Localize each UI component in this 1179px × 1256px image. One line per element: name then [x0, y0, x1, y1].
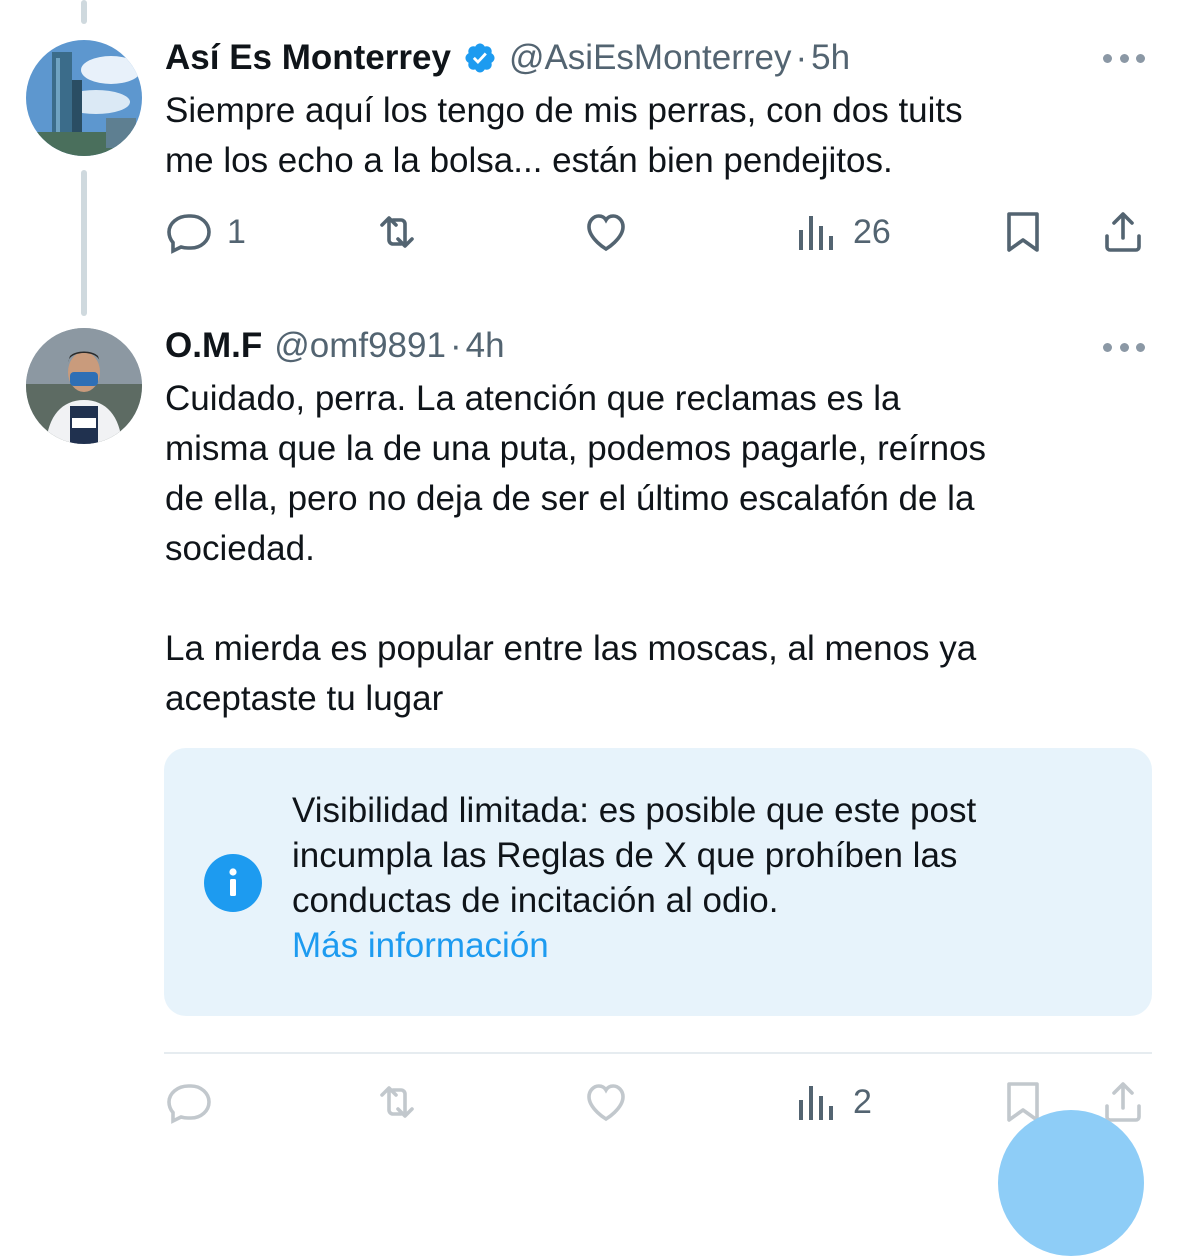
notice-message: Visibilidad limitada: es posible que est…: [292, 791, 977, 920]
reply-button[interactable]: [165, 1078, 213, 1126]
tweet-2-actions: 2: [165, 1078, 1145, 1128]
tweet-2-header: O.M.F @omf9891 · 4h: [165, 324, 505, 368]
like-icon: [587, 214, 625, 252]
separator-dot: ·: [795, 38, 808, 77]
views-button[interactable]: 26: [791, 208, 891, 256]
bookmark-button[interactable]: [999, 208, 1047, 256]
tweet-1-text: Siempre aquí los tengo de mis perras, co…: [165, 91, 963, 180]
bookmark-icon: [1007, 212, 1039, 252]
limited-visibility-notice: Visibilidad limitada: es posible que est…: [164, 748, 1152, 1016]
thread-line-top: [81, 0, 87, 24]
views-count: 26: [853, 212, 891, 251]
views-button[interactable]: 2: [791, 1078, 872, 1126]
more-icon[interactable]: [1103, 51, 1145, 65]
compose-fab-button[interactable]: [998, 1110, 1144, 1256]
repost-button[interactable]: [373, 1078, 421, 1126]
like-icon: [587, 1084, 625, 1122]
views-icon: [799, 1086, 833, 1120]
divider: [164, 1052, 1152, 1054]
more-info-link[interactable]: Más información: [292, 923, 1122, 968]
share-button[interactable]: [1099, 208, 1147, 256]
repost-button[interactable]: [373, 208, 421, 256]
tweet-1-actions: 1 26: [165, 208, 1145, 258]
share-icon: [1105, 212, 1141, 252]
verified-badge-icon: [463, 41, 497, 75]
repost-icon: [380, 1086, 414, 1118]
handle[interactable]: @AsiEsMonterrey: [509, 36, 792, 80]
tweet-1-header: Así Es Monterrey @AsiEsMonterrey · 5h: [165, 36, 850, 80]
more-icon[interactable]: [1103, 340, 1145, 354]
reply-button[interactable]: 1: [165, 208, 246, 256]
like-button[interactable]: [582, 1078, 630, 1126]
reply-count: 1: [227, 212, 246, 251]
reply-icon: [167, 214, 211, 254]
avatar-asiesmonterrey[interactable]: [26, 40, 142, 156]
views-count: 2: [853, 1082, 872, 1121]
views-icon: [799, 216, 833, 250]
repost-icon: [380, 216, 414, 248]
handle[interactable]: @omf9891: [274, 324, 446, 368]
timestamp[interactable]: 4h: [466, 324, 505, 368]
thread-line-connector: [81, 170, 87, 316]
reply-icon: [167, 1084, 211, 1124]
like-button[interactable]: [582, 208, 630, 256]
display-name[interactable]: Así Es Monterrey: [165, 36, 451, 80]
separator-dot: ·: [449, 326, 462, 365]
tweet-2-text: Cuidado, perra. La atención que reclamas…: [165, 379, 987, 718]
info-icon: [204, 854, 262, 912]
timestamp[interactable]: 5h: [811, 36, 850, 80]
avatar-omf9891[interactable]: [26, 328, 142, 444]
display-name[interactable]: O.M.F: [165, 324, 262, 368]
